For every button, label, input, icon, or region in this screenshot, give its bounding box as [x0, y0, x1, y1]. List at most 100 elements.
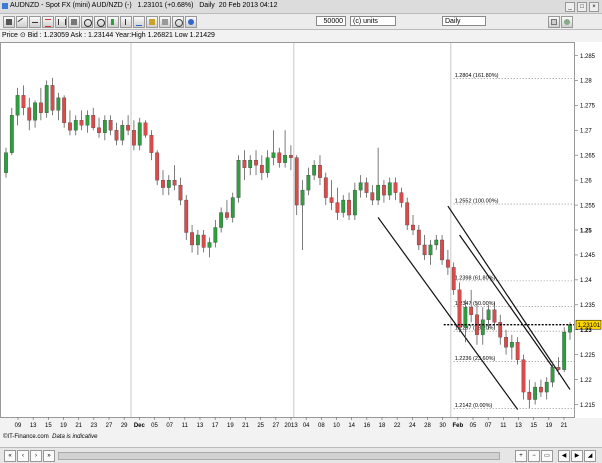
zoom-minus-button[interactable]: − [528, 450, 540, 462]
source-label: ©IT-Finance.com [3, 434, 49, 440]
candle-body [230, 197, 235, 218]
candle-body [33, 102, 37, 121]
candle-body [492, 309, 497, 323]
scroll-start-button[interactable]: « [4, 450, 16, 462]
candle-body [184, 199, 189, 233]
candle-body [172, 179, 177, 186]
candle-body [38, 102, 43, 113]
candle-body [254, 160, 258, 166]
candle-body [335, 202, 340, 213]
candle-body [68, 122, 72, 131]
candle-body [533, 386, 538, 400]
first-icon: « [8, 453, 12, 459]
candle-body [422, 244, 427, 256]
time-scrollbar[interactable] [58, 452, 500, 460]
candle-body [358, 182, 363, 191]
fit-icon: ▭ [544, 453, 550, 459]
y-tick-label: 1.27 [580, 129, 592, 135]
candle-body [289, 155, 293, 158]
x-tick-label: 25 [257, 423, 264, 429]
x-tick-label: 27 [106, 423, 113, 429]
y-tick-label: 1.25 [580, 228, 592, 234]
candlestick-chart[interactable]: 1.2804 (161.80%)1.2552 (100.00%)1.2398 (… [0, 0, 602, 462]
candle-body [126, 125, 130, 131]
candle-body [416, 229, 421, 246]
scroll-right-button[interactable]: › [30, 450, 42, 462]
fit-button[interactable]: ▭ [541, 450, 553, 462]
candle-body [341, 199, 346, 213]
y-tick-label: 1.28 [580, 79, 592, 85]
candle-body [190, 232, 194, 246]
x-tick-label: 08 [318, 423, 325, 429]
candle-body [393, 182, 398, 193]
scroll-left-button[interactable]: ‹ [17, 450, 29, 462]
candle-body [277, 152, 282, 163]
candle-body [469, 307, 474, 315]
y-tick-label: 1.24 [580, 278, 592, 284]
x-tick-label: 05 [151, 423, 158, 429]
candle-body [539, 386, 543, 393]
candle-body [236, 160, 241, 198]
candle-body [451, 267, 456, 290]
candle-body [56, 97, 61, 111]
candle-body [399, 192, 404, 203]
candle-body [242, 160, 247, 168]
fib-level-label: 1.2236 (23.60%) [455, 356, 496, 362]
candle-body [225, 212, 229, 218]
x-tick-label: 16 [363, 423, 370, 429]
scroll-end-button[interactable]: » [43, 450, 55, 462]
x-tick-label: 11 [500, 423, 507, 429]
zoom-plus-button[interactable]: + [515, 450, 527, 462]
trend-channel-line [377, 217, 519, 410]
candle-body [73, 120, 78, 131]
x-tick-label: 05 [470, 423, 477, 429]
candle-body [259, 165, 264, 173]
candle-body [457, 289, 462, 328]
candle-body [21, 95, 26, 108]
x-tick-label: 2013 [284, 423, 298, 429]
y-tick-label: 1.285 [580, 54, 596, 60]
y-tick-label: 1.22 [580, 378, 592, 384]
candle-body [382, 184, 386, 196]
candle-body [550, 366, 555, 383]
fib-level-label: 1.2552 (100.00%) [455, 199, 499, 205]
candle-body [556, 366, 561, 370]
candle-body [108, 120, 113, 131]
candle-body [102, 120, 107, 133]
candle-body [166, 179, 171, 188]
y-tick-label: 1.265 [580, 154, 596, 160]
candle-body [248, 160, 253, 168]
candle-body [4, 152, 8, 173]
nav-right-button[interactable]: ▶ [571, 450, 583, 462]
x-tick-label: 13 [515, 423, 522, 429]
candle-body [527, 391, 532, 400]
candle-body [509, 342, 514, 348]
candle-body [411, 224, 415, 231]
candle-body [318, 165, 322, 178]
arrow-right-icon: › [35, 453, 37, 459]
x-tick-label: 15 [45, 423, 52, 429]
candle-body [568, 324, 572, 333]
x-tick-label: 13 [30, 423, 37, 429]
x-tick-label: Dec [134, 423, 146, 429]
y-tick-label: 1.26 [580, 178, 592, 184]
x-tick-label: 21 [242, 423, 249, 429]
candle-body [440, 239, 444, 261]
candle-body [521, 359, 526, 393]
x-tick-label: 19 [545, 423, 552, 429]
nav-left-button[interactable]: ◀ [558, 450, 570, 462]
candle-body [352, 189, 357, 216]
candle-body [544, 381, 549, 393]
x-tick-label: 10 [333, 423, 340, 429]
candle-body [294, 157, 299, 206]
y-tick-label: 1.245 [580, 253, 596, 259]
x-tick-label: 19 [227, 423, 234, 429]
triangle-right-icon: ▶ [574, 453, 580, 459]
x-tick-label: 24 [409, 423, 416, 429]
y-tick-label: 1.215 [580, 403, 596, 409]
candle-body [149, 135, 154, 153]
candle-body [62, 97, 67, 123]
candle-body [79, 120, 84, 126]
candle-body [50, 85, 55, 111]
resize-button[interactable]: ◢ [584, 450, 596, 462]
